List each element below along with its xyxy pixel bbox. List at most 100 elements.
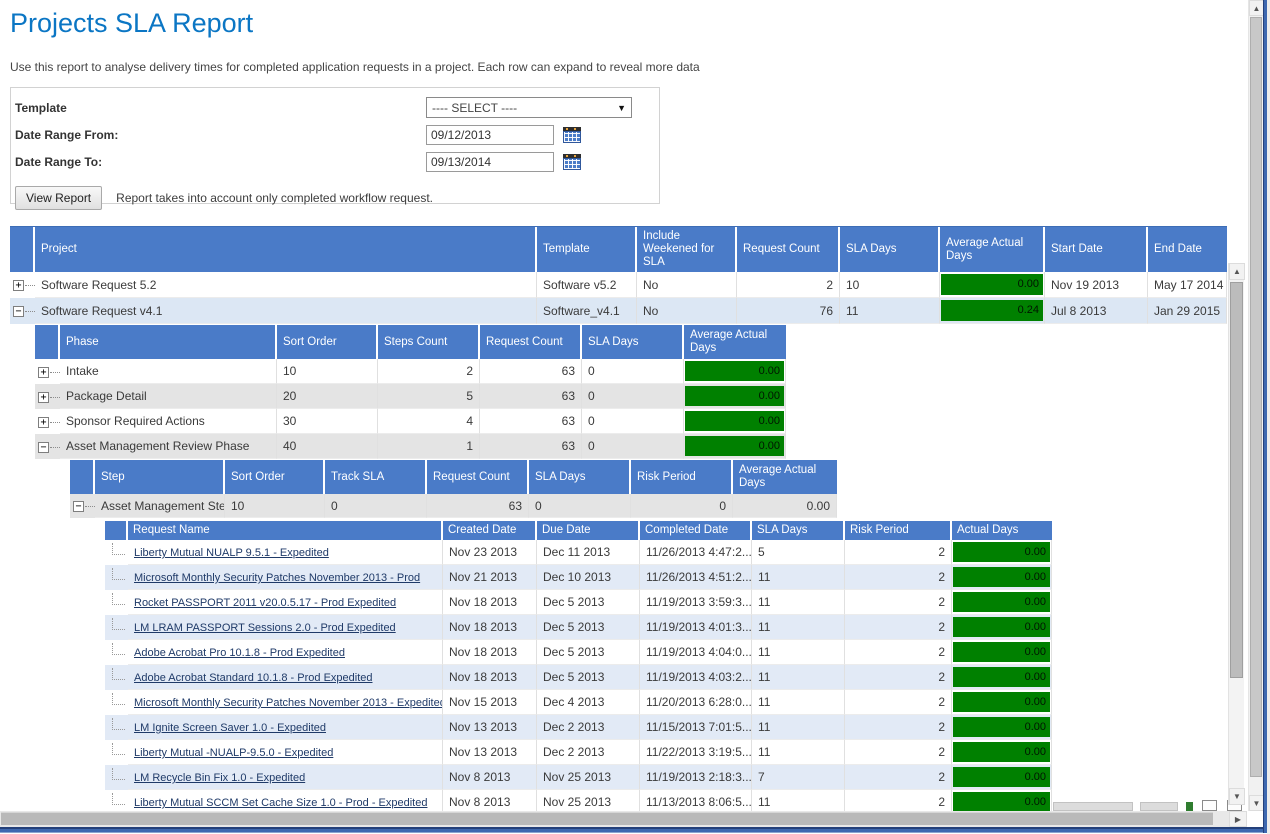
completed-date-cell: 11/19/2013 3:59:3...	[640, 590, 752, 615]
expander-column-header	[105, 521, 128, 540]
template-cell: Software_v4.1	[537, 298, 637, 324]
phase-name-cell: Asset Management Review Phase	[60, 434, 277, 459]
include-weekend-cell: No	[637, 272, 737, 298]
scroll-down-icon[interactable]: ▼	[1229, 788, 1245, 805]
request-link[interactable]: Liberty Mutual NUALP 9.5.1 - Expedited	[134, 547, 329, 559]
scroll-up-icon[interactable]: ▲	[1249, 0, 1264, 16]
request-link[interactable]: Microsoft Monthly Security Patches Novem…	[134, 572, 420, 584]
expand-toggle-icon[interactable]: +	[38, 392, 49, 403]
request-name-cell: Microsoft Monthly Security Patches Novem…	[128, 690, 443, 715]
col-header-created-date: Created Date	[443, 521, 537, 540]
due-date-cell: Nov 25 2013	[537, 790, 640, 811]
sort-order-cell: 20	[277, 384, 378, 409]
page-scrollbar-thumb[interactable]	[1250, 17, 1262, 777]
expand-toggle-icon[interactable]: −	[73, 501, 84, 512]
expander-column-header	[35, 325, 60, 359]
request-count-cell: 63	[480, 384, 582, 409]
col-header-phase: Phase	[60, 325, 277, 359]
calendar-icon[interactable]	[563, 127, 581, 143]
col-header-request-name: Request Name	[128, 521, 443, 540]
phase-row: + Intake 10 2 63 0 0.00	[35, 359, 786, 384]
risk-period-cell: 2	[845, 765, 952, 790]
page-vertical-scrollbar[interactable]: ▲ ▼	[1248, 0, 1263, 811]
phases-table: Phase Sort Order Steps Count Request Cou…	[35, 325, 786, 459]
avg-actual-days-cell: 0.00	[684, 359, 786, 384]
horizontal-scrollbar[interactable]: ▶	[0, 811, 1247, 827]
due-date-cell: Nov 25 2013	[537, 765, 640, 790]
template-cell: Software v5.2	[537, 272, 637, 298]
request-count-cell: 63	[480, 434, 582, 459]
col-header-request-count: Request Count	[480, 325, 582, 359]
request-link[interactable]: Microsoft Monthly Security Patches Novem…	[134, 697, 443, 709]
request-link[interactable]: Rocket PASSPORT 2011 v20.0.5.17 - Prod E…	[134, 597, 396, 609]
template-label: Template	[15, 101, 426, 115]
grid-vertical-scrollbar[interactable]: ▲ ▼	[1228, 263, 1244, 805]
expand-toggle-icon[interactable]: +	[38, 367, 49, 378]
scroll-up-icon[interactable]: ▲	[1229, 263, 1245, 280]
created-date-cell: Nov 13 2013	[443, 715, 537, 740]
risk-period-cell: 2	[845, 740, 952, 765]
tree-connector-icon	[112, 593, 125, 605]
request-link[interactable]: Adobe Acrobat Pro 10.1.8 - Prod Expedite…	[134, 647, 345, 659]
date-to-row: Date Range To:	[15, 148, 655, 175]
expand-toggle-icon[interactable]: −	[38, 442, 49, 453]
col-header-sort-order: Sort Order	[225, 460, 325, 494]
request-link[interactable]: Liberty Mutual SCCM Set Cache Size 1.0 -…	[134, 797, 427, 809]
expand-toggle-icon[interactable]: +	[38, 417, 49, 428]
tree-connector-icon	[50, 397, 60, 398]
view-report-button[interactable]: View Report	[15, 186, 102, 210]
actual-days-bar: 0.00	[953, 742, 1050, 762]
date-to-label: Date Range To:	[15, 155, 426, 169]
requests-table: Request Name Created Date Due Date Compl…	[105, 521, 1052, 811]
created-date-cell: Nov 18 2013	[443, 640, 537, 665]
request-link[interactable]: LM Ignite Screen Saver 1.0 - Expedited	[134, 722, 326, 734]
request-link[interactable]: Adobe Acrobat Standard 10.1.8 - Prod Exp…	[134, 672, 373, 684]
request-name-cell: Adobe Acrobat Pro 10.1.8 - Prod Expedite…	[128, 640, 443, 665]
request-count-cell: 63	[480, 359, 582, 384]
expand-toggle-icon[interactable]: −	[13, 306, 24, 317]
grid-scrollbar-thumb[interactable]	[1230, 282, 1243, 678]
request-link[interactable]: LM Recycle Bin Fix 1.0 - Expedited	[134, 772, 305, 784]
created-date-cell: Nov 8 2013	[443, 765, 537, 790]
phase-name-cell: Sponsor Required Actions	[60, 409, 277, 434]
request-row: Liberty Mutual -NUALP-9.5.0 - Expedited …	[105, 740, 1052, 765]
expand-toggle-icon[interactable]: +	[13, 280, 24, 291]
project-name-cell: Software Request v4.1	[35, 298, 537, 324]
request-link[interactable]: LM LRAM PASSPORT Sessions 2.0 - Prod Exp…	[134, 622, 396, 634]
avg-actual-days-bar: 0.00	[941, 274, 1043, 295]
request-link[interactable]: Liberty Mutual -NUALP-9.5.0 - Expedited	[134, 747, 333, 759]
due-date-cell: Dec 10 2013	[537, 565, 640, 590]
actual-days-cell: 0.00	[952, 640, 1052, 665]
horizontal-scrollbar-thumb[interactable]	[1, 812, 1213, 825]
col-header-track-sla: Track SLA	[325, 460, 427, 494]
scroll-down-icon[interactable]: ▼	[1249, 795, 1264, 811]
track-sla-cell: 0	[325, 494, 427, 518]
scroll-right-icon[interactable]: ▶	[1229, 811, 1247, 827]
steps-count-cell: 4	[378, 409, 480, 434]
tree-connector-icon	[112, 668, 125, 680]
end-date-cell: Jan 29 2015	[1148, 298, 1227, 324]
template-select[interactable]: ---- SELECT ---- ▼	[426, 97, 632, 118]
completed-date-cell: 11/26/2013 4:51:2...	[640, 565, 752, 590]
page-description: Use this report to analyse delivery time…	[10, 60, 1247, 74]
calendar-icon[interactable]	[563, 154, 581, 170]
completed-date-cell: 11/22/2013 3:19:5...	[640, 740, 752, 765]
actions-row: View Report Report takes into account on…	[15, 184, 655, 211]
tree-connector-icon	[50, 447, 60, 448]
project-row: − Software Request v4.1 Software_v4.1 No…	[10, 298, 1227, 324]
date-from-input[interactable]	[426, 125, 554, 145]
date-to-input[interactable]	[426, 152, 554, 172]
projects-table: Project Template Include Weekened for SL…	[10, 226, 1227, 324]
completed-date-cell: 11/19/2013 4:04:0...	[640, 640, 752, 665]
completed-date-cell: 11/19/2013 4:01:3...	[640, 615, 752, 640]
sla-days-cell: 0	[582, 434, 684, 459]
tree-connector-icon	[85, 506, 95, 507]
actual-days-cell: 0.00	[952, 690, 1052, 715]
created-date-cell: Nov 18 2013	[443, 665, 537, 690]
request-row: Liberty Mutual NUALP 9.5.1 - Expedited N…	[105, 540, 1052, 565]
date-from-row: Date Range From:	[15, 121, 655, 148]
scrollbar-corner	[1248, 811, 1263, 827]
tree-connector-icon	[112, 643, 125, 655]
created-date-cell: Nov 21 2013	[443, 565, 537, 590]
report-note: Report takes into account only completed…	[116, 191, 433, 205]
